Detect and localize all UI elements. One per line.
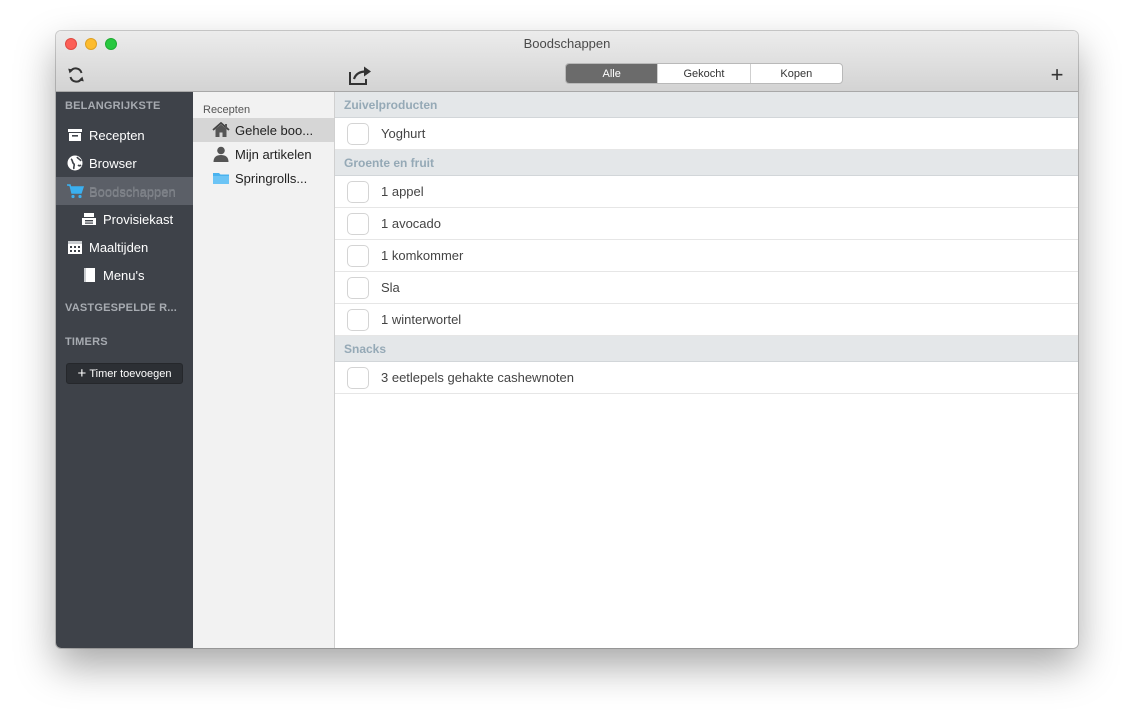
refresh-button[interactable] [65, 64, 87, 86]
person-icon [211, 145, 231, 163]
folder-icon [211, 169, 231, 187]
calendar-icon [66, 238, 84, 256]
add-timer-label: Timer toevoegen [89, 367, 172, 380]
titlebar: Boodschappen Alle Gekocht Kopen + [56, 31, 1078, 92]
sidebar-item-provisiekast[interactable]: Provisiekast [56, 205, 193, 233]
lists-column: Recepten Gehele boo... Mijn artikelen Sp… [193, 92, 335, 648]
list-item-gehele-boodschappen[interactable]: Gehele boo... [193, 118, 334, 142]
plus-icon: + [1050, 62, 1064, 87]
grocery-item-label: 1 appel [381, 184, 424, 199]
item-checkbox[interactable] [347, 122, 369, 145]
list-item-mijn-artikelen[interactable]: Mijn artikelen [193, 142, 334, 166]
home-icon [211, 121, 231, 139]
item-checkbox[interactable] [347, 212, 369, 235]
share-button[interactable] [346, 63, 374, 87]
sidebar: BELANGRIJKSTE Recepten Browser Boodschap… [56, 92, 193, 648]
grocery-row[interactable]: Yoghurt [335, 118, 1078, 150]
grocery-row[interactable]: 1 winterwortel [335, 304, 1078, 336]
grocery-row[interactable]: 3 eetlepels gehakte cashewnoten [335, 362, 1078, 394]
sidebar-section-main: BELANGRIJKSTE [65, 100, 161, 112]
grocery-row[interactable]: 1 avocado [335, 208, 1078, 240]
list-item-label: Springrolls... [235, 170, 308, 186]
sidebar-item-label: Browser [89, 155, 137, 171]
grocery-row[interactable]: Sla [335, 272, 1078, 304]
sidebar-item-boodschappen[interactable]: Boodschappen [56, 177, 193, 205]
app-window: Boodschappen Alle Gekocht Kopen + BELANG… [56, 31, 1078, 648]
menu-book-icon [80, 266, 98, 284]
globe-icon [66, 154, 84, 172]
grocery-item-label: Sla [381, 280, 400, 295]
sidebar-section-pinned[interactable]: VASTGESPELDE R... [65, 302, 177, 314]
grocery-item-label: 3 eetlepels gehakte cashewnoten [381, 370, 574, 385]
segment-alle[interactable]: Alle [566, 64, 658, 83]
item-checkbox[interactable] [347, 276, 369, 299]
share-icon [349, 66, 371, 85]
grocery-item-label: 1 komkommer [381, 248, 464, 263]
list-item-label: Gehele boo... [235, 122, 314, 138]
item-checkbox[interactable] [347, 308, 369, 331]
plus-icon: + [77, 364, 87, 382]
filter-segmented-control: Alle Gekocht Kopen [565, 63, 843, 84]
grocery-row[interactable]: 1 komkommer [335, 240, 1078, 272]
window-title: Boodschappen [523, 36, 611, 51]
lists-header: Recepten [203, 104, 251, 116]
list-item-label: Mijn artikelen [235, 146, 312, 162]
grocery-list: Zuivelproducten Yoghurt Groente en fruit… [335, 92, 1078, 648]
sidebar-item-label: Boodschappen [89, 183, 176, 199]
segment-gekocht[interactable]: Gekocht [657, 64, 749, 83]
shopping-cart-icon [66, 182, 84, 200]
item-checkbox[interactable] [347, 180, 369, 203]
item-checkbox[interactable] [347, 366, 369, 389]
sidebar-item-label: Recepten [89, 127, 145, 143]
pantry-icon [80, 210, 98, 228]
sidebar-item-menus[interactable]: Menu's [56, 261, 193, 289]
sidebar-item-recepten[interactable]: Recepten [56, 121, 193, 149]
add-button[interactable]: + [1046, 63, 1068, 87]
sidebar-section-timers: TIMERS [65, 336, 108, 348]
group-header-groente-en-fruit: Groente en fruit [335, 150, 1078, 176]
sidebar-item-browser[interactable]: Browser [56, 149, 193, 177]
recipe-box-icon [66, 126, 84, 144]
sidebar-item-label: Provisiekast [103, 211, 174, 227]
grocery-row[interactable]: 1 appel [335, 176, 1078, 208]
grocery-item-label: Yoghurt [381, 126, 426, 141]
item-checkbox[interactable] [347, 244, 369, 267]
sidebar-item-label: Maaltijden [89, 239, 149, 255]
grocery-item-label: 1 winterwortel [381, 312, 462, 327]
list-item-springrolls[interactable]: Springrolls... [193, 166, 334, 190]
segment-kopen[interactable]: Kopen [749, 64, 842, 83]
group-header-zuivelproducten: Zuivelproducten [335, 92, 1078, 118]
refresh-icon [68, 67, 84, 83]
group-header-snacks: Snacks [335, 336, 1078, 362]
sidebar-item-maaltijden[interactable]: Maaltijden [56, 233, 193, 261]
add-timer-button[interactable]: + Timer toevoegen [66, 363, 183, 384]
grocery-item-label: 1 avocado [381, 216, 441, 231]
sidebar-item-label: Menu's [103, 267, 145, 283]
